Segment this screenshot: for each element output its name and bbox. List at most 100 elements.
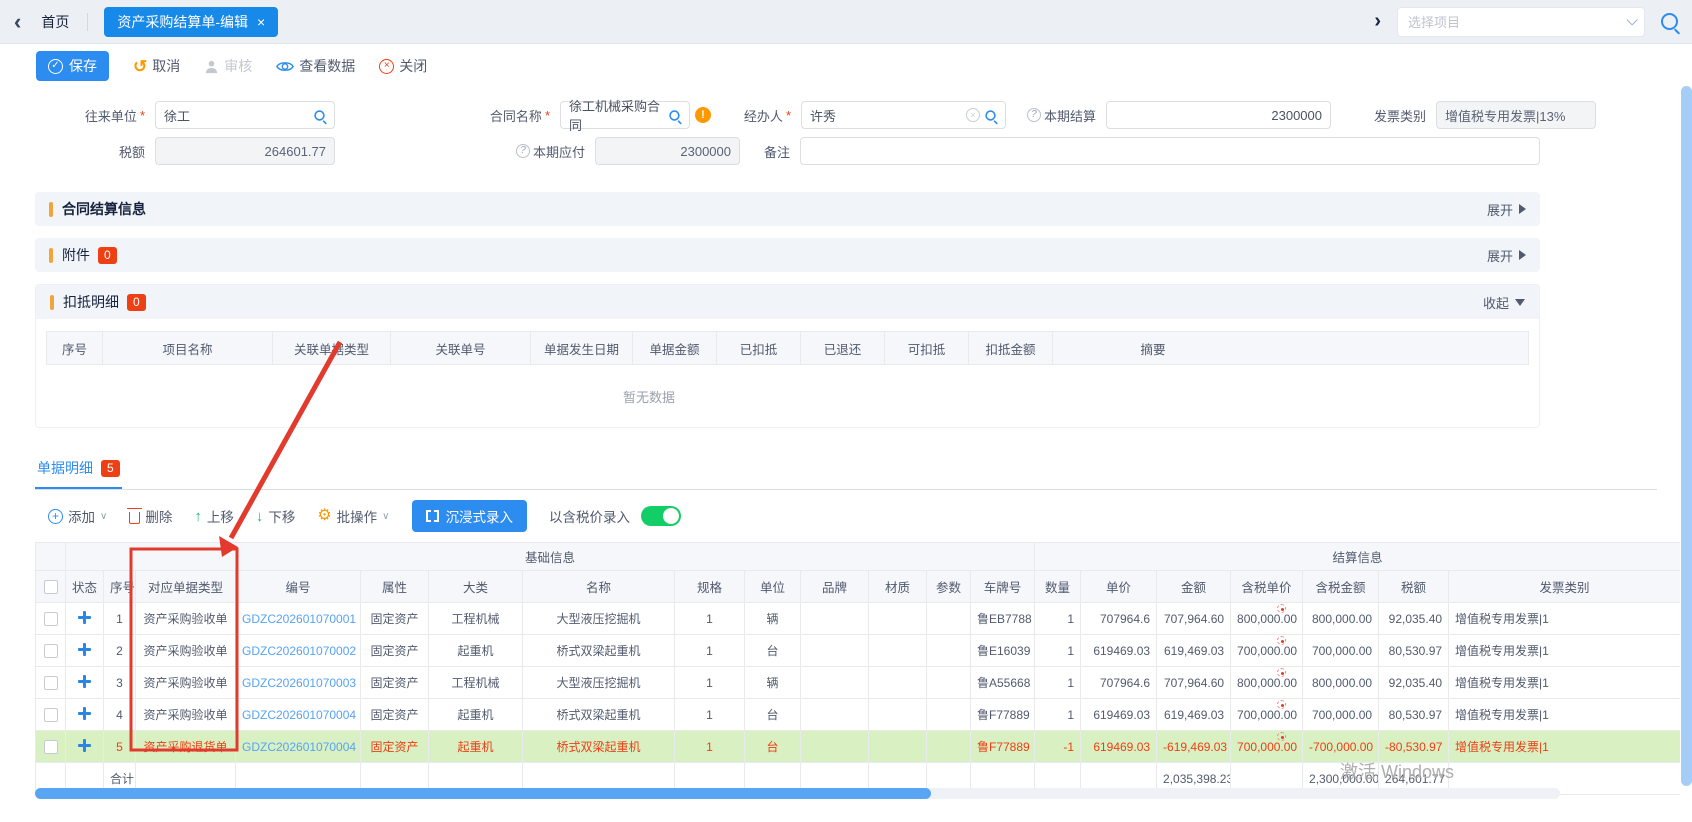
- tax-amount-cell: 800,000.00: [1303, 603, 1379, 635]
- doc-type-cell: 资产采购验收单: [136, 667, 236, 699]
- forward-chevron-icon[interactable]: ›: [1374, 10, 1381, 33]
- amount-cell: -619,469.03: [1157, 731, 1231, 763]
- immersive-entry-button[interactable]: 沉浸式录入: [412, 500, 528, 532]
- settle-input[interactable]: 2300000: [1106, 101, 1331, 129]
- lookup-icon[interactable]: [985, 110, 995, 120]
- settle-label: 本期结算: [1006, 106, 1106, 125]
- insert-row-plus-icon[interactable]: [78, 675, 91, 688]
- close-button[interactable]: × 关闭: [379, 56, 427, 76]
- code-cell: GDZC202601070002: [236, 635, 361, 667]
- vertical-scrollbar[interactable]: [1681, 86, 1692, 786]
- column-header: 大类: [429, 571, 523, 603]
- document-code-link[interactable]: GDZC202601070004: [242, 708, 356, 722]
- deduction-column-header: 项目名称: [103, 332, 273, 364]
- view-data-button[interactable]: 查看数据: [276, 56, 355, 76]
- document-code-link[interactable]: GDZC202601070001: [242, 612, 356, 626]
- search-icon[interactable]: [1661, 13, 1678, 30]
- help-icon: [516, 144, 530, 158]
- param-cell: [927, 603, 971, 635]
- horizontal-scrollbar[interactable]: [35, 788, 1560, 799]
- row-checkbox[interactable]: [44, 740, 58, 754]
- doc-type-cell: 资产采购退货单: [136, 731, 236, 763]
- column-header: 属性: [361, 571, 429, 603]
- cancel-button[interactable]: ↺ 取消: [133, 56, 180, 76]
- row-checkbox[interactable]: [44, 708, 58, 722]
- agent-input[interactable]: 许秀: [801, 101, 1006, 129]
- back-chevron-icon[interactable]: ‹: [14, 11, 21, 33]
- close-circle-icon: ×: [379, 59, 394, 74]
- qty-cell: 1: [1035, 667, 1081, 699]
- delete-button[interactable]: 删除: [129, 506, 172, 526]
- plate-cell: 鲁A55668: [971, 667, 1035, 699]
- insert-row-plus-icon[interactable]: [78, 611, 91, 624]
- amount-cell: 619,469.03: [1157, 699, 1231, 731]
- insert-row-plus-icon[interactable]: [78, 739, 91, 752]
- partner-input[interactable]: 徐工: [155, 101, 335, 129]
- column-header: 单价: [1081, 571, 1157, 603]
- section-deduction-detail[interactable]: 扣抵明细 0 收起: [36, 285, 1539, 319]
- checkbox-cell: [36, 635, 66, 667]
- invoice-type-input[interactable]: 增值税专用发票|13%: [1436, 101, 1596, 129]
- expand-toggle[interactable]: 展开: [1487, 200, 1526, 219]
- tax-input: 264601.77: [155, 137, 335, 165]
- warning-icon: [695, 107, 711, 123]
- no-cell: 1: [104, 603, 136, 635]
- plate-cell: 鲁EB7788: [971, 603, 1035, 635]
- tab-document-detail[interactable]: 单据明细 5: [35, 450, 122, 489]
- collapse-toggle[interactable]: 收起: [1483, 293, 1525, 312]
- lookup-icon[interactable]: [314, 110, 324, 120]
- insert-row-plus-icon[interactable]: [78, 707, 91, 720]
- tax-price-toggle[interactable]: [641, 506, 681, 526]
- attachments-count-badge: 0: [98, 247, 117, 264]
- lookup-icon[interactable]: [670, 110, 680, 120]
- unit-cell: 台: [745, 731, 801, 763]
- circle-plus-icon: [48, 509, 63, 524]
- add-button[interactable]: 添加∨: [48, 506, 107, 526]
- arrow-up-icon: ↑: [194, 509, 202, 524]
- deduction-column-header: 单据发生日期: [531, 332, 633, 364]
- deduction-column-header: 序号: [47, 332, 103, 364]
- project-select[interactable]: 选择项目: [1397, 7, 1645, 37]
- group-header-settlement-info: 结算信息: [1035, 543, 1680, 571]
- agent-label: 经办人: [711, 106, 801, 125]
- check-circle-icon: ✓: [48, 59, 63, 74]
- move-up-button[interactable]: ↑ 上移: [194, 506, 234, 526]
- row-checkbox[interactable]: [44, 644, 58, 658]
- column-header: 编号: [236, 571, 361, 603]
- tab-close-icon[interactable]: ×: [257, 14, 265, 30]
- audit-button[interactable]: 审核: [204, 56, 252, 76]
- move-down-button[interactable]: ↓ 下移: [256, 506, 296, 526]
- home-link[interactable]: 首页: [41, 12, 69, 32]
- document-code-link[interactable]: GDZC202601070003: [242, 676, 356, 690]
- section-contract-settlement-info[interactable]: 合同结算信息 展开: [35, 192, 1540, 226]
- document-code-link[interactable]: GDZC202601070002: [242, 644, 356, 658]
- category-cell: 起重机: [429, 731, 523, 763]
- no-cell: 3: [104, 667, 136, 699]
- save-button[interactable]: ✓ 保存: [36, 51, 109, 81]
- clear-icon[interactable]: [966, 108, 980, 122]
- tax-label: 税额: [40, 142, 155, 161]
- qty-cell: 1: [1035, 603, 1081, 635]
- undo-icon: ↺: [133, 58, 147, 75]
- tax-price-cell: 800,000.00: [1231, 667, 1303, 699]
- tab-asset-settlement-edit[interactable]: 资产采购结算单-编辑 ×: [104, 7, 278, 37]
- contract-input[interactable]: 徐工机械采购合同: [560, 101, 690, 129]
- column-header: 参数: [927, 571, 971, 603]
- remark-input[interactable]: [800, 137, 1540, 165]
- spec-cell: 1: [675, 667, 745, 699]
- name-cell: 大型液压挖掘机: [523, 603, 675, 635]
- expand-toggle[interactable]: 展开: [1487, 246, 1526, 265]
- deduction-table-header: 序号项目名称关联单据类型关联单号单据发生日期单据金额已扣抵已退还可扣抵扣抵金额摘…: [46, 331, 1529, 365]
- category-cell: 起重机: [429, 635, 523, 667]
- insert-row-plus-icon[interactable]: [78, 643, 91, 656]
- horizontal-scrollbar-thumb[interactable]: [35, 788, 931, 799]
- batch-operation-button[interactable]: ⚙ 批操作∨: [317, 506, 389, 526]
- doc-type-cell: 资产采购验收单: [136, 635, 236, 667]
- section-attachments[interactable]: 附件 0 展开: [35, 238, 1540, 272]
- row-checkbox[interactable]: [44, 676, 58, 690]
- document-code-link[interactable]: GDZC202601070004: [242, 740, 356, 754]
- column-header: 金额: [1157, 571, 1231, 603]
- material-cell: [869, 603, 927, 635]
- row-checkbox[interactable]: [44, 612, 58, 626]
- select-all-checkbox[interactable]: [44, 580, 58, 594]
